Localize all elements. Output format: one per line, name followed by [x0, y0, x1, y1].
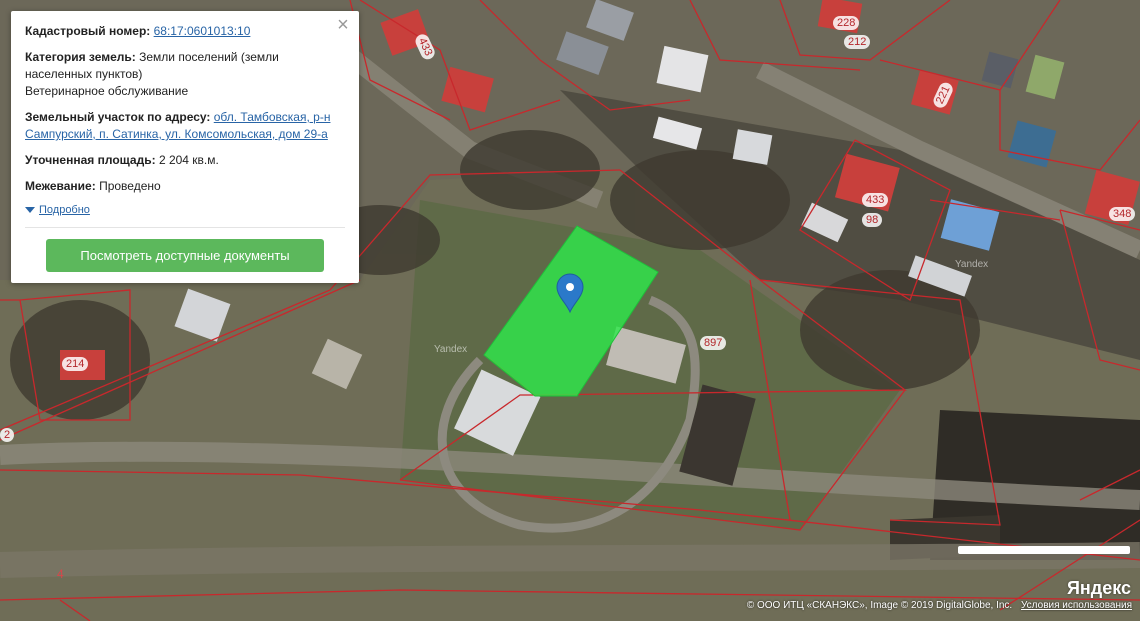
details-toggle[interactable]: Подробно [25, 204, 345, 216]
view-documents-button[interactable]: Посмотреть доступные документы [46, 239, 324, 272]
cadastral-row: Кадастровый номер: 68:17:0601013:10 [25, 23, 345, 40]
copyright-text: © ООО ИТЦ «СКАНЭКС», Image © 2019 Digita… [746, 600, 1013, 611]
lot-label-348: 348 [1109, 207, 1136, 221]
map-watermark: Yandex [434, 344, 468, 355]
lot-label-214: 214 [62, 357, 89, 371]
survey-row: Межевание: Проведено [25, 178, 345, 195]
category-label: Категория земель: [25, 50, 136, 64]
area-label: Уточненная площадь: [25, 153, 156, 167]
area-row: Уточненная площадь: 2 204 кв.м. [25, 152, 345, 169]
parcel-info-card: × Кадастровый номер: 68:17:0601013:10 Ка… [11, 11, 359, 283]
lot-label-2: 2 [0, 428, 15, 442]
address-row: Земельный участок по адресу: обл. Тамбов… [25, 109, 345, 143]
cadastral-number-link[interactable]: 68:17:0601013:10 [154, 24, 251, 38]
card-divider [25, 227, 345, 228]
survey-value: Проведено [99, 179, 161, 193]
map-copyright: © ООО ИТЦ «СКАНЭКС», Image © 2019 Digita… [747, 600, 1132, 611]
area-value: 2 204 кв.м. [158, 153, 219, 167]
cadastral-label: Кадастровый номер: [25, 24, 151, 38]
terms-link[interactable]: Условия использования [1021, 600, 1132, 611]
close-icon[interactable]: × [333, 15, 353, 35]
caret-down-icon [25, 207, 35, 214]
lot-label-433b: 433 [862, 193, 889, 207]
yandex-logo: Яндекс [1066, 578, 1131, 598]
lot-label-4: 4 [57, 567, 64, 581]
details-link[interactable]: Подробно [39, 204, 90, 216]
lot-label-228: 228 [833, 16, 860, 30]
category-use: Ветеринарное обслуживание [25, 84, 189, 98]
lot-label-98: 98 [862, 213, 883, 227]
map-watermark: Yandex [955, 259, 989, 270]
address-label: Земельный участок по адресу: [25, 110, 211, 124]
category-row: Категория земель: Земли поселений (земли… [25, 49, 345, 100]
scale-bar [958, 546, 1130, 554]
survey-label: Межевание: [25, 179, 96, 193]
lot-label-212: 212 [844, 35, 871, 49]
lot-label-897: 897 [700, 336, 727, 350]
